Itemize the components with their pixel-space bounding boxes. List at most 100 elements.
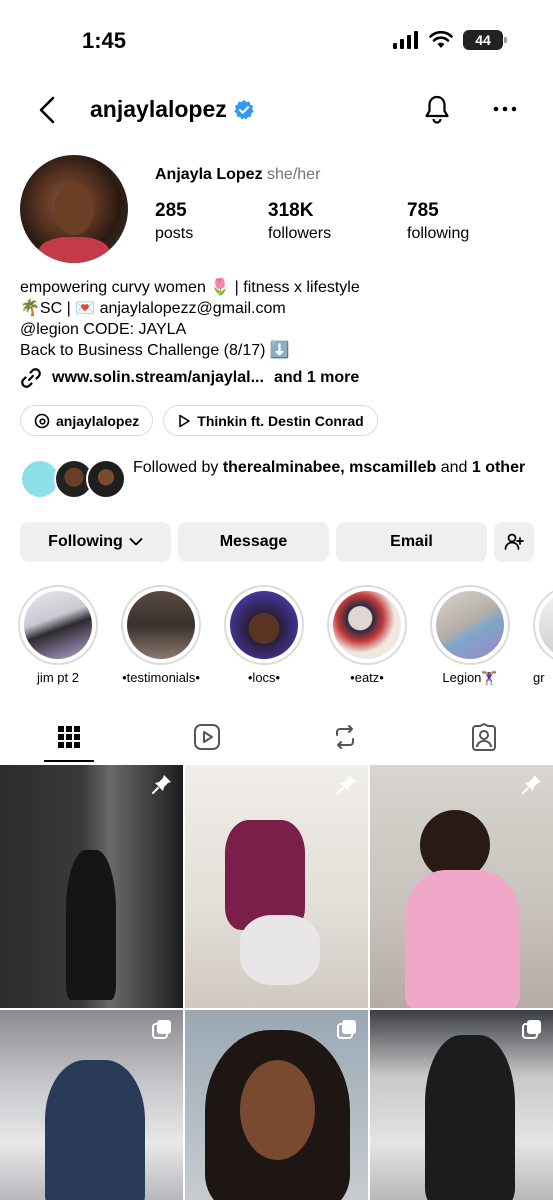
tab-tagged[interactable]: [415, 712, 553, 762]
post-thumbnail[interactable]: [0, 1010, 183, 1200]
reels-icon: [194, 724, 220, 750]
stat-followers-value: 318K: [268, 200, 314, 221]
threads-icon: [34, 413, 50, 428]
profile-avatar[interactable]: [20, 155, 128, 263]
battery-icon: 44: [463, 30, 507, 50]
profile-tabs: [0, 712, 553, 762]
highlight-item[interactable]: gr: [533, 585, 553, 685]
followed-by-others: 1 other: [471, 459, 526, 476]
post-thumbnail[interactable]: [370, 765, 553, 1008]
carousel-icon: [337, 1020, 356, 1039]
more-options-icon[interactable]: [492, 96, 518, 122]
back-arrow-icon[interactable]: [36, 96, 60, 124]
wifi-icon: [429, 31, 453, 48]
followed-by-text: Followed by therealminabee, mscamilleb a…: [133, 457, 533, 478]
music-chip-label: Thinkin ft. Destin Conrad: [197, 412, 364, 429]
profile-chips: anjaylalopez Thinkin ft. Destin Conrad: [20, 405, 378, 436]
post-figure: [425, 1035, 515, 1200]
post-figure: [240, 915, 320, 985]
grid-icon: [58, 726, 80, 748]
threads-chip[interactable]: anjaylalopez: [20, 405, 154, 436]
post-thumbnail[interactable]: [370, 1010, 553, 1200]
avatar-face: [54, 183, 94, 235]
tagged-icon: [472, 723, 496, 751]
following-button[interactable]: Following: [20, 522, 171, 562]
highlight-item[interactable]: •locs•: [224, 585, 304, 685]
active-tab-indicator: [44, 760, 94, 762]
highlight-ring: [327, 585, 407, 665]
music-chip[interactable]: Thinkin ft. Destin Conrad: [163, 405, 378, 436]
highlight-label: •testimonials•: [122, 670, 200, 685]
reposts-icon: [336, 725, 354, 749]
followed-by[interactable]: Followed by therealminabee, mscamilleb a…: [20, 457, 540, 503]
status-icons: 44: [393, 30, 507, 50]
signal-icon: [393, 31, 418, 49]
post-thumbnail[interactable]: [0, 765, 183, 1008]
stat-posts[interactable]: 285 posts: [155, 200, 193, 243]
carousel-icon: [152, 1020, 171, 1039]
highlight-ring: [430, 585, 510, 665]
email-button[interactable]: Email: [336, 522, 487, 562]
pin-icon: [152, 775, 171, 794]
highlight-item[interactable]: jim pt 2: [18, 585, 98, 685]
verified-badge-icon: [234, 99, 254, 120]
post-thumbnail[interactable]: [185, 1010, 368, 1200]
email-button-label: Email: [390, 533, 433, 550]
highlight-label: •eatz•: [350, 670, 384, 685]
stat-following-value: 785: [407, 200, 439, 221]
bio-links[interactable]: www.solin.stream/anjaylal... and 1 more: [20, 367, 359, 389]
message-button-label: Message: [219, 533, 288, 550]
followed-by-and: and: [436, 459, 472, 476]
highlight-label: jim pt 2: [37, 670, 79, 685]
stat-posts-value: 285: [155, 200, 187, 221]
tab-posts-grid[interactable]: [0, 712, 138, 762]
highlight-cover: [539, 591, 553, 659]
highlight-ring: [121, 585, 201, 665]
profile-header: anjaylalopez: [0, 88, 553, 132]
display-name-text: Anjayla Lopez: [155, 166, 263, 183]
tab-reels[interactable]: [138, 712, 276, 762]
post-figure: [225, 820, 305, 930]
highlight-item[interactable]: •testimonials•: [121, 585, 201, 685]
post-thumbnail[interactable]: [185, 765, 368, 1008]
display-name: Anjayla Lopez she/her: [155, 166, 320, 184]
stat-followers-label: followers: [268, 225, 332, 242]
stat-followers[interactable]: 318K followers: [268, 200, 331, 243]
notification-bell-icon[interactable]: [422, 94, 452, 124]
follower-avatar: [86, 459, 126, 499]
post-figure: [405, 870, 520, 1008]
stat-posts-label: posts: [155, 225, 194, 242]
carousel-icon: [522, 1020, 541, 1039]
post-figure: [240, 1060, 315, 1160]
highlight-cover: [436, 591, 504, 659]
bio-line: Back to Business Challenge (8/17) ⬇️: [20, 342, 290, 359]
highlight-cover: [230, 591, 298, 659]
link-url[interactable]: www.solin.stream/anjaylal...: [52, 369, 264, 387]
message-button[interactable]: Message: [178, 522, 329, 562]
highlight-cover: [333, 591, 401, 659]
following-button-label: Following: [48, 533, 123, 550]
status-bar: 1:45 44: [0, 0, 553, 80]
post-figure: [66, 850, 116, 1000]
highlight-ring: [224, 585, 304, 665]
post-figure: [45, 1060, 145, 1200]
play-icon: [179, 414, 191, 427]
story-highlights: jim pt 2 •testimonials• •locs• •eatz• Le…: [18, 585, 553, 690]
tab-reposts[interactable]: [276, 712, 414, 762]
highlight-item[interactable]: Legion🏋🏾‍♀️: [430, 585, 510, 685]
posts-grid: [0, 765, 553, 1200]
highlight-label: gr: [533, 670, 545, 685]
highlight-cover: [127, 591, 195, 659]
avatar-shirt: [38, 237, 110, 263]
highlight-label: •locs•: [247, 670, 281, 685]
stat-following-label: following: [407, 225, 470, 242]
username-text: anjaylalopez: [90, 96, 227, 122]
stat-following[interactable]: 785 following: [407, 200, 469, 243]
profile-actions: Following Message Email: [20, 522, 534, 562]
highlight-item[interactable]: •eatz•: [327, 585, 407, 685]
suggest-people-button[interactable]: [494, 522, 534, 562]
bio-line[interactable]: @legion CODE: JAYLA: [20, 319, 540, 340]
link-more[interactable]: and 1 more: [274, 369, 359, 387]
battery-level: 44: [475, 32, 491, 48]
highlight-ring: [533, 585, 553, 665]
